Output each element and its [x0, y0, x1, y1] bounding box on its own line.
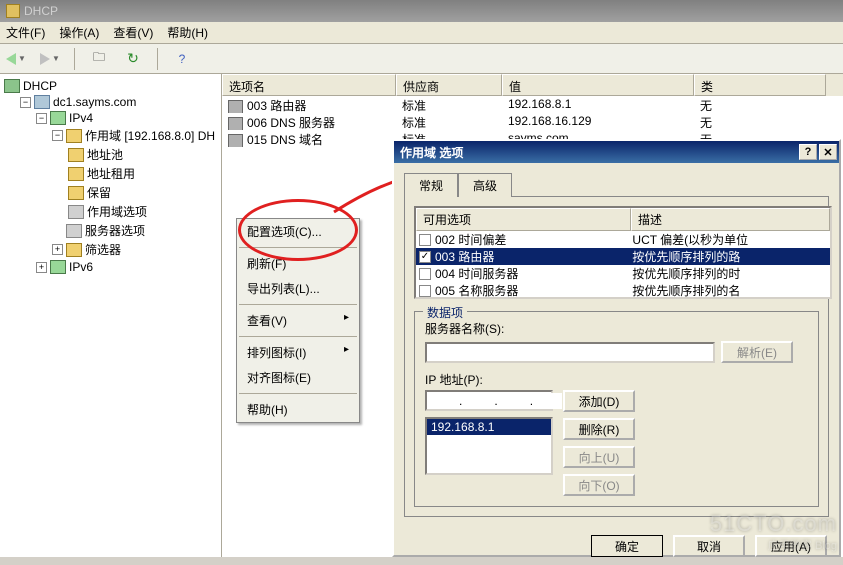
- remove-button[interactable]: 删除(R): [563, 418, 635, 440]
- option-icon: [228, 117, 243, 130]
- add-button[interactable]: 添加(D): [563, 390, 635, 412]
- ip-list[interactable]: 192.168.8.1: [425, 417, 553, 475]
- titlebar: DHCP: [0, 0, 843, 22]
- option-row[interactable]: ✓003 路由器按优先顺序排列的路: [416, 248, 830, 265]
- tab-general[interactable]: 常规: [404, 173, 458, 197]
- refresh-icon[interactable]: ↻: [121, 47, 145, 71]
- up-button[interactable]: 🗀: [87, 47, 111, 71]
- tree-server[interactable]: −dc1.sayms.com: [2, 94, 219, 110]
- tree-ipv6[interactable]: +IPv6: [2, 259, 219, 275]
- ctx-export[interactable]: 导出列表(L)...: [237, 276, 359, 301]
- ctx-arrange[interactable]: 排列图标(I)▸: [237, 340, 359, 365]
- ctx-configure[interactable]: 配置选项(C)...: [237, 219, 359, 244]
- dialog-tabs: 常规 高级: [404, 173, 829, 197]
- dialog-close-button[interactable]: ✕: [819, 144, 837, 160]
- back-button[interactable]: ▼: [4, 47, 28, 71]
- tree-scope[interactable]: −作用域 [192.168.8.0] DH: [2, 126, 219, 145]
- option-icon: [228, 100, 243, 113]
- col-vendor[interactable]: 供应商: [396, 74, 502, 96]
- tree-panel: DHCP −dc1.sayms.com −IPv4 −作用域 [192.168.…: [0, 74, 222, 557]
- dialog-help-button[interactable]: ?: [799, 144, 817, 160]
- option-row[interactable]: 002 时间偏差UCT 偏差(以秒为单位: [416, 231, 830, 248]
- tree-ipv4[interactable]: −IPv4: [2, 110, 219, 126]
- option-row[interactable]: 005 名称服务器按优先顺序排列的名: [416, 282, 830, 299]
- tree-server-options[interactable]: 服务器选项: [2, 221, 219, 240]
- up-button-dlg[interactable]: 向上(U): [563, 446, 635, 468]
- context-menu: 配置选项(C)... 刷新(F) 导出列表(L)... 查看(V)▸ 排列图标(…: [236, 218, 360, 423]
- ctx-align[interactable]: 对齐图标(E): [237, 365, 359, 390]
- options-listbox[interactable]: 可用选项 描述 002 时间偏差UCT 偏差(以秒为单位✓003 路由器按优先顺…: [414, 206, 832, 299]
- checkbox[interactable]: [419, 268, 431, 280]
- tab-advanced[interactable]: 高级: [458, 173, 512, 197]
- checkbox[interactable]: [419, 285, 431, 297]
- window-title: DHCP: [24, 4, 58, 18]
- tree-leases[interactable]: 地址租用: [2, 164, 219, 183]
- ip-input[interactable]: . . .: [425, 390, 553, 411]
- down-button-dlg[interactable]: 向下(O): [563, 474, 635, 496]
- resolve-button[interactable]: 解析(E): [721, 341, 793, 363]
- tree-dhcp[interactable]: DHCP: [2, 78, 219, 94]
- watermark: 51CTO.com 应用微客 Blog: [710, 511, 837, 553]
- forward-button: ▼: [38, 47, 62, 71]
- server-name-label: 服务器名称(S):: [425, 320, 808, 337]
- table-row[interactable]: 003 路由器标准192.168.8.1无: [222, 96, 843, 113]
- app-icon: [6, 4, 20, 18]
- menu-file[interactable]: 文件(F): [6, 24, 45, 41]
- help-icon[interactable]: ?: [170, 47, 194, 71]
- menubar: 文件(F) 操作(A) 查看(V) 帮助(H): [0, 22, 843, 44]
- grid-header: 选项名 供应商 值 类: [222, 74, 843, 96]
- checkbox[interactable]: [419, 234, 431, 246]
- group-legend: 数据项: [423, 304, 467, 321]
- ctx-refresh[interactable]: 刷新(F): [237, 251, 359, 276]
- col-name[interactable]: 选项名: [222, 74, 396, 96]
- col-class[interactable]: 类: [694, 74, 826, 96]
- checkbox[interactable]: ✓: [419, 251, 431, 263]
- option-row[interactable]: 004 时间服务器按优先顺序排列的时: [416, 265, 830, 282]
- menu-view[interactable]: 查看(V): [113, 24, 153, 41]
- table-row[interactable]: 006 DNS 服务器标准192.168.16.129无: [222, 113, 843, 130]
- menu-action[interactable]: 操作(A): [59, 24, 99, 41]
- ip-label: IP 地址(P):: [425, 371, 808, 388]
- tree-pool[interactable]: 地址池: [2, 145, 219, 164]
- data-entry-group: 数据项 服务器名称(S): 解析(E) IP 地址(P): . . . 192.…: [414, 311, 819, 507]
- toolbar: ▼ ▼ 🗀 ↻ ?: [0, 44, 843, 74]
- tree-scope-options[interactable]: 作用域选项: [2, 202, 219, 221]
- tree-reservations[interactable]: 保留: [2, 183, 219, 202]
- tree-filters[interactable]: +筛选器: [2, 240, 219, 259]
- ctx-view[interactable]: 查看(V)▸: [237, 308, 359, 333]
- option-icon: [228, 134, 243, 147]
- col-description[interactable]: 描述: [631, 208, 830, 231]
- server-name-input[interactable]: [425, 342, 715, 363]
- dialog-titlebar: 作用域 选项 ? ✕: [394, 141, 839, 163]
- ip-list-item[interactable]: 192.168.8.1: [427, 419, 551, 435]
- scope-options-dialog: 作用域 选项 ? ✕ 常规 高级 可用选项 描述 002 时间偏差UCT 偏差(…: [392, 139, 841, 557]
- ctx-help[interactable]: 帮助(H): [237, 397, 359, 422]
- dialog-title: 作用域 选项: [400, 144, 463, 161]
- col-available[interactable]: 可用选项: [416, 208, 631, 231]
- ok-button[interactable]: 确定: [591, 535, 663, 557]
- menu-help[interactable]: 帮助(H): [167, 24, 208, 41]
- col-value[interactable]: 值: [502, 74, 694, 96]
